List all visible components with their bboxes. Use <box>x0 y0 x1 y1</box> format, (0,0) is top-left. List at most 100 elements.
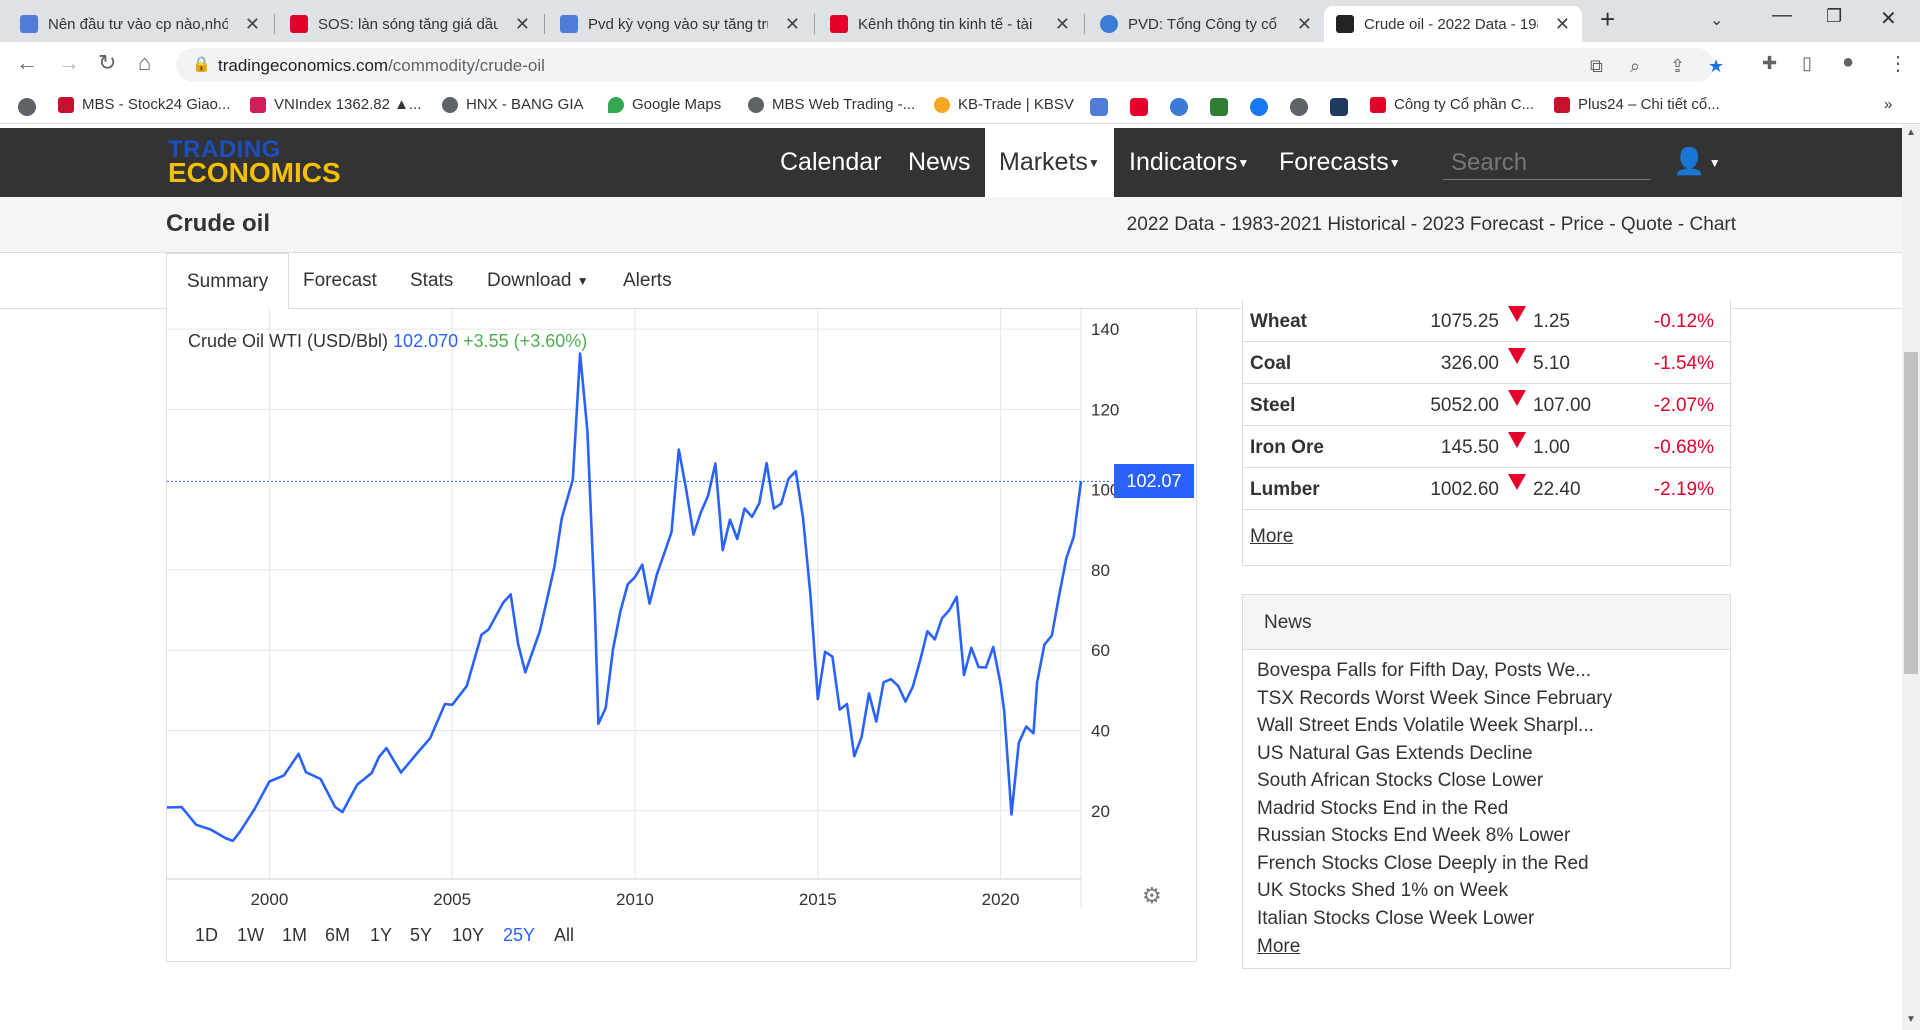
bookmark-item[interactable]: Công ty Cổ phần C... <box>1370 96 1534 113</box>
more-bookmarks-icon[interactable]: » <box>1884 96 1892 113</box>
range-10y[interactable]: 10Y <box>452 925 484 946</box>
chart-favicon-icon[interactable] <box>1090 98 1108 116</box>
close-tab-icon[interactable]: ✕ <box>1297 14 1312 35</box>
nav-forecasts[interactable]: Forecasts▼ <box>1265 128 1415 197</box>
commodities-more-link[interactable]: More <box>1250 526 1293 548</box>
scroll-up-icon[interactable]: ▲ <box>1906 127 1916 138</box>
table-row[interactable]: Steel 5052.00 107.00 -2.07% <box>1243 384 1732 426</box>
range-all[interactable]: All <box>554 925 574 946</box>
commodity-name[interactable]: Wheat <box>1250 311 1307 333</box>
flag-favicon-icon[interactable] <box>1130 98 1148 116</box>
bookmark-item[interactable]: MBS Web Trading -... <box>748 96 915 113</box>
tab-download[interactable]: Download ▼ <box>467 253 609 309</box>
trading-economics-logo[interactable]: TRADING ECONOMICS <box>168 138 341 186</box>
browser-tab[interactable]: Pvd kỳ vọng vào sự tăng trư ✕ <box>548 6 812 42</box>
bookmark-star-icon[interactable]: ★ <box>1708 56 1724 77</box>
close-tab-icon[interactable]: ✕ <box>1555 14 1570 35</box>
news-item[interactable]: Madrid Stocks End in the Red <box>1257 798 1508 820</box>
profile-avatar-icon[interactable]: ● <box>1842 51 1854 74</box>
nav-news[interactable]: News <box>894 128 985 197</box>
tab-summary[interactable]: Summary <box>166 253 290 310</box>
search-input[interactable]: Search <box>1443 150 1651 180</box>
news-item[interactable]: UK Stocks Shed 1% on Week <box>1257 880 1508 902</box>
minimize-icon[interactable]: — <box>1772 4 1792 27</box>
facebook-icon[interactable] <box>1250 98 1268 116</box>
browser-tab[interactable]: Kênh thông tin kinh tế - tài ✕ <box>818 6 1082 42</box>
scroll-down-icon[interactable]: ▼ <box>1906 1014 1916 1025</box>
news-item[interactable]: French Stocks Close Deeply in the Red <box>1257 853 1589 875</box>
table-row[interactable]: Lumber 1002.60 22.40 -2.19% <box>1243 468 1732 510</box>
close-tab-icon[interactable]: ✕ <box>515 14 530 35</box>
news-item[interactable]: Russian Stocks End Week 8% Lower <box>1257 825 1570 847</box>
tab-alerts[interactable]: Alerts <box>603 253 692 309</box>
close-tab-icon[interactable]: ✕ <box>1055 14 1070 35</box>
news-more-link[interactable]: More <box>1257 936 1300 958</box>
close-window-icon[interactable]: ✕ <box>1880 6 1897 31</box>
range-5y[interactable]: 5Y <box>410 925 432 946</box>
range-1y[interactable]: 1Y <box>370 925 392 946</box>
bookmark-item[interactable]: VNIndex 1362.82 ▲... <box>250 96 421 113</box>
close-tab-icon[interactable]: ✕ <box>245 14 260 35</box>
globe-icon[interactable] <box>18 98 36 116</box>
range-25y[interactable]: 25Y <box>503 925 535 946</box>
tab-title: Pvd kỳ vọng vào sự tăng trư <box>588 15 768 33</box>
page-scrollbar[interactable]: ▲ ▼ <box>1902 124 1920 1030</box>
browser-tab-active[interactable]: Crude oil - 2022 Data - 198 ✕ <box>1324 6 1582 42</box>
bank-icon[interactable] <box>1330 98 1348 116</box>
bookmark-item[interactable]: KB-Trade | KBSV <box>934 96 1074 113</box>
side-panel-icon[interactable]: ▯ <box>1802 53 1812 74</box>
browser-tab[interactable]: PVD: Tổng Công ty cổ phần ✕ <box>1088 6 1324 42</box>
tab-search-icon[interactable]: ⌄ <box>1710 10 1723 30</box>
browser-tab[interactable]: Nên đầu tư vào cp nào,nhớ ✕ <box>8 6 272 42</box>
commodity-name[interactable]: Steel <box>1250 395 1295 417</box>
address-bar[interactable]: 🔒 tradingeconomics.com/commodity/crude-o… <box>176 48 1724 82</box>
range-1m[interactable]: 1M <box>282 925 307 946</box>
zoom-icon[interactable]: ⌕ <box>1630 56 1640 77</box>
price-chart[interactable]: 204060801001201402000 2005 2010 2015 2020 <box>167 309 1198 909</box>
close-tab-icon[interactable]: ✕ <box>785 14 800 35</box>
gear-icon[interactable]: ⚙ <box>1142 883 1162 909</box>
globe-favicon-icon[interactable] <box>1170 98 1188 116</box>
table-row[interactable]: Coal 326.00 5.10 -1.54% <box>1243 342 1732 384</box>
news-item[interactable]: TSX Records Worst Week Since February <box>1257 688 1612 710</box>
range-6m[interactable]: 6M <box>325 925 350 946</box>
commodity-name[interactable]: Coal <box>1250 353 1291 375</box>
globe-icon[interactable] <box>1290 98 1308 116</box>
menu-kebab-icon[interactable]: ⋮ <box>1888 51 1908 76</box>
tab-stats[interactable]: Stats <box>390 253 473 309</box>
bookmark-item[interactable]: Plus24 – Chi tiết cổ... <box>1554 96 1720 113</box>
title-links[interactable]: 2022 Data - 1983-2021 Historical - 2023 … <box>1127 214 1736 236</box>
table-row[interactable]: Wheat 1075.25 1.25 -0.12% <box>1243 300 1732 342</box>
forward-icon[interactable]: → <box>58 50 80 76</box>
new-tab-icon[interactable]: + <box>1600 4 1615 35</box>
restore-icon[interactable]: ❐ <box>1826 6 1842 27</box>
home-icon[interactable]: ⌂ <box>138 50 151 76</box>
news-item[interactable]: Bovespa Falls for Fifth Day, Posts We... <box>1257 660 1591 682</box>
shield-icon[interactable] <box>1210 98 1228 116</box>
translate-icon[interactable]: ⧉ <box>1590 56 1603 77</box>
nav-calendar[interactable]: Calendar <box>766 128 895 197</box>
range-1w[interactable]: 1W <box>237 925 264 946</box>
commodity-name[interactable]: Iron Ore <box>1250 437 1324 459</box>
news-item[interactable]: Wall Street Ends Volatile Week Sharpl... <box>1257 715 1594 737</box>
table-row[interactable]: Iron Ore 145.50 1.00 -0.68% <box>1243 426 1732 468</box>
news-item[interactable]: Italian Stocks Close Week Lower <box>1257 908 1534 930</box>
scroll-thumb[interactable] <box>1904 352 1918 674</box>
user-icon[interactable]: 👤 ▼ <box>1673 146 1721 177</box>
commodity-name[interactable]: Lumber <box>1250 479 1320 501</box>
bookmark-item[interactable]: HNX - BANG GIA <box>442 96 584 113</box>
tab-forecast[interactable]: Forecast <box>283 253 397 309</box>
bookmark-item[interactable]: MBS - Stock24 Giao... <box>58 96 230 113</box>
lock-icon[interactable]: 🔒 <box>192 55 211 73</box>
nav-markets[interactable]: Markets▼ <box>985 128 1114 197</box>
bookmark-item[interactable]: Google Maps <box>608 96 721 113</box>
nav-indicators[interactable]: Indicators▼ <box>1115 128 1263 197</box>
back-icon[interactable]: ← <box>16 50 38 76</box>
news-item[interactable]: South African Stocks Close Lower <box>1257 770 1543 792</box>
reload-icon[interactable]: ↻ <box>98 50 116 76</box>
share-icon[interactable]: ⇪ <box>1670 56 1685 77</box>
extensions-icon[interactable]: ✚ <box>1762 53 1777 74</box>
browser-tab[interactable]: SOS: làn sóng tăng giá dầu ✕ <box>278 6 542 42</box>
news-item[interactable]: US Natural Gas Extends Decline <box>1257 743 1533 765</box>
range-1d[interactable]: 1D <box>195 925 218 946</box>
